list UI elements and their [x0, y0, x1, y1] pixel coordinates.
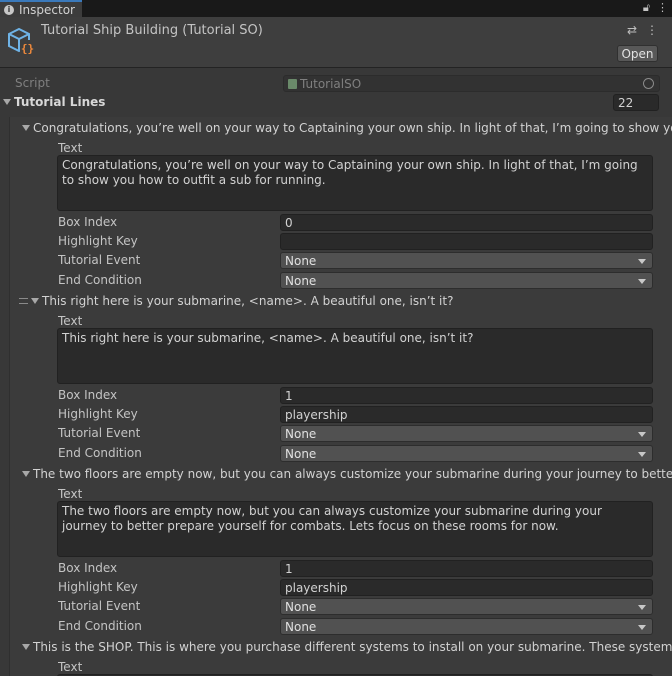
tutorial-event-dropdown[interactable]: None: [280, 598, 653, 615]
foldout-arrow-icon[interactable]: [22, 644, 30, 650]
list-item-header[interactable]: Congratulations, you’re well on your way…: [33, 121, 672, 135]
svg-text:{}: {}: [21, 42, 34, 55]
inspector-tab-label: Inspector: [19, 2, 75, 17]
foldout-arrow-icon[interactable]: [31, 298, 39, 304]
tutorial-lines-label: Tutorial Lines: [14, 95, 106, 109]
tutorial-event-label: Tutorial Event: [58, 599, 141, 613]
preset-settings-icon[interactable]: ⇄: [627, 23, 637, 37]
lock-icon[interactable]: 🔓︎: [643, 1, 650, 15]
box-index-field[interactable]: 0: [280, 214, 653, 231]
chevron-down-icon: [638, 432, 646, 437]
tutorial-event-value: None: [285, 426, 317, 441]
chevron-down-icon: [638, 605, 646, 610]
text-label: Text: [58, 141, 83, 155]
object-header: {} Tutorial Ship Building (Tutorial SO) …: [0, 17, 672, 68]
text-field[interactable]: This right here is your submarine, <name…: [57, 328, 653, 384]
script-value: TutorialSO: [300, 76, 362, 91]
inspector-tab-bar: i Inspector 🔓︎ ⋮: [0, 0, 672, 17]
tutorial-event-value: None: [285, 599, 317, 614]
list-item: This is the SHOP. This is where you purc…: [9, 636, 672, 676]
tutorial-event-value: None: [285, 253, 317, 268]
list-item-header[interactable]: This is the SHOP. This is where you purc…: [33, 640, 672, 654]
end-condition-value: None: [285, 619, 317, 634]
chevron-down-icon: [638, 279, 646, 284]
highlight-key-field[interactable]: [280, 233, 653, 250]
highlight-key-label: Highlight Key: [58, 580, 138, 594]
end-condition-dropdown[interactable]: None: [280, 445, 653, 462]
foldout-arrow-icon[interactable]: [3, 99, 11, 105]
highlight-key-field[interactable]: playership: [280, 579, 653, 596]
tutorial-event-label: Tutorial Event: [58, 253, 141, 267]
kebab-menu-icon[interactable]: ⋮: [657, 1, 668, 15]
tutorial-event-label: Tutorial Event: [58, 426, 141, 440]
script-field: TutorialSO: [283, 75, 660, 92]
box-index-label: Box Index: [58, 561, 118, 575]
end-condition-value: None: [285, 273, 317, 288]
chevron-down-icon: [638, 452, 646, 457]
tutorial-event-dropdown[interactable]: None: [280, 425, 653, 442]
list-item: Congratulations, you’re well on your way…: [9, 117, 672, 290]
box-index-label: Box Index: [58, 388, 118, 402]
end-condition-label: End Condition: [58, 619, 142, 633]
text-label: Text: [58, 660, 83, 674]
foldout-arrow-icon[interactable]: [22, 125, 30, 131]
end-condition-dropdown[interactable]: None: [280, 272, 653, 289]
end-condition-value: None: [285, 446, 317, 461]
info-icon: i: [4, 4, 14, 15]
highlight-key-field[interactable]: playership: [280, 406, 653, 423]
box-index-field[interactable]: 1: [280, 560, 653, 577]
drag-handle-icon[interactable]: [19, 298, 28, 304]
end-condition-dropdown[interactable]: None: [280, 618, 653, 635]
chevron-down-icon: [638, 259, 646, 264]
tutorial-event-dropdown[interactable]: None: [280, 252, 653, 269]
highlight-key-label: Highlight Key: [58, 234, 138, 248]
box-index-field[interactable]: 1: [280, 387, 653, 404]
end-condition-label: End Condition: [58, 273, 142, 287]
kebab-menu-icon[interactable]: ⋮: [646, 23, 658, 37]
list-item-header[interactable]: This right here is your submarine, <name…: [42, 294, 453, 308]
foldout-arrow-icon[interactable]: [22, 471, 30, 477]
text-label: Text: [58, 314, 83, 328]
chevron-down-icon: [638, 625, 646, 630]
list-item: The two floors are empty now, but you ca…: [9, 463, 672, 636]
text-field[interactable]: The two floors are empty now, but you ca…: [57, 501, 653, 557]
list-item-header[interactable]: The two floors are empty now, but you ca…: [33, 467, 672, 481]
script-row: Script TutorialSO: [0, 74, 672, 92]
object-picker-icon[interactable]: [643, 78, 654, 89]
box-index-label: Box Index: [58, 215, 118, 229]
scriptable-object-icon: {}: [8, 27, 35, 55]
inspector-tab[interactable]: i Inspector: [0, 0, 82, 17]
list-item: This right here is your submarine, <name…: [9, 290, 672, 463]
text-field[interactable]: Congratulations, you’re well on your way…: [57, 155, 653, 211]
script-file-icon: [288, 78, 297, 89]
end-condition-label: End Condition: [58, 446, 142, 460]
script-label: Script: [15, 76, 50, 90]
highlight-key-label: Highlight Key: [58, 407, 138, 421]
tutorial-lines-header[interactable]: Tutorial Lines 22: [0, 93, 672, 112]
object-title: Tutorial Ship Building (Tutorial SO): [41, 23, 263, 38]
open-button[interactable]: Open: [617, 45, 658, 62]
text-label: Text: [58, 487, 83, 501]
array-size-field[interactable]: 22: [613, 94, 659, 111]
